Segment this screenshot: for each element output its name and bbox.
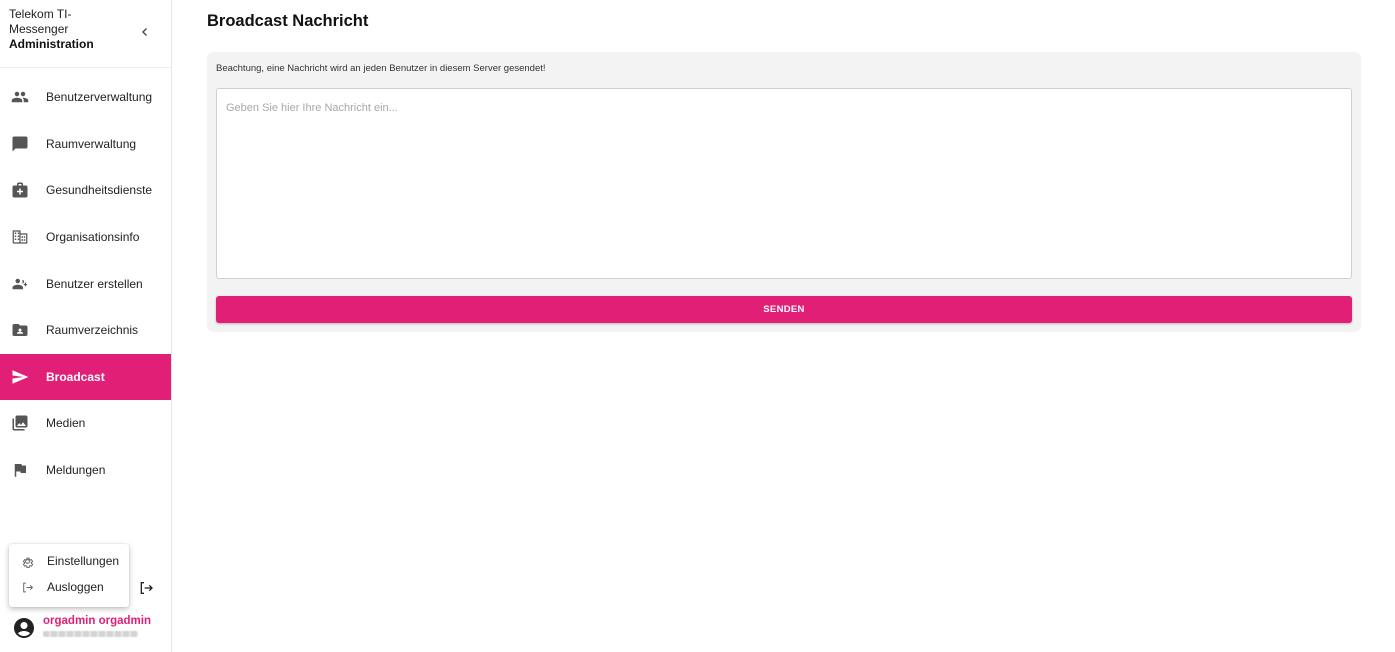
sidebar-item-label: Benutzerverwaltung <box>46 90 153 105</box>
sidebar-item-raumverzeichnis[interactable]: Raumverzeichnis <box>0 307 171 354</box>
message-input[interactable] <box>216 88 1352 279</box>
building-icon <box>0 228 46 246</box>
sidebar-item-organisationsinfo[interactable]: Organisationsinfo <box>0 214 171 261</box>
sidebar-item-label: Benutzer erstellen <box>46 276 143 291</box>
sidebar-item-label: Raumverwaltung <box>46 136 137 151</box>
send-button[interactable]: SENDEN <box>216 296 1352 323</box>
flag-icon <box>0 461 46 479</box>
medical-bag-icon <box>0 181 46 199</box>
gear-icon <box>21 555 47 568</box>
logout-icon <box>140 582 153 594</box>
sidebar-item-medien[interactable]: Medien <box>0 400 171 447</box>
user-id-blurred <box>43 631 138 637</box>
sidebar-nav: Benutzerverwaltung Raumverwaltung Gesund… <box>0 74 171 493</box>
account-circle-icon <box>14 618 34 638</box>
sidebar: Telekom TI- Messenger Administration Ben… <box>0 0 172 652</box>
logout-label: Ausloggen <box>47 580 104 594</box>
sidebar-item-label: Medien <box>46 416 86 431</box>
user-menu-popup: Einstellungen Ausloggen <box>9 544 129 607</box>
sidebar-item-benutzer-erstellen[interactable]: Benutzer erstellen <box>0 260 171 307</box>
sidebar-item-label: Organisationsinfo <box>46 230 140 245</box>
divider <box>0 67 171 68</box>
sidebar-item-broadcast[interactable]: Broadcast <box>0 353 171 401</box>
chevron-left-icon <box>142 28 147 36</box>
broadcast-notice: Beachtung, eine Nachricht wird an jeden … <box>216 63 546 74</box>
brand-line-2: Messenger <box>9 22 69 36</box>
sidebar-item-label: Gesundheitsdienste <box>46 183 153 198</box>
brand-line-1: Telekom TI- <box>9 7 72 21</box>
contact-folder-icon <box>0 321 46 339</box>
logout-icon-button[interactable] <box>138 580 156 598</box>
page-title: Broadcast Nachricht <box>207 12 369 30</box>
collapse-sidebar-button[interactable] <box>136 23 154 41</box>
sidebar-item-gesundheitsdienste[interactable]: Gesundheitsdienste <box>0 167 171 214</box>
sidebar-item-benutzerverwaltung[interactable]: Benutzerverwaltung <box>0 74 171 121</box>
person-add-icon <box>0 275 46 293</box>
sidebar-item-label: Broadcast <box>46 369 105 384</box>
brand: Telekom TI- Messenger Administration <box>9 7 139 52</box>
chat-icon <box>0 135 46 153</box>
logout-menu-item[interactable]: Ausloggen <box>9 574 129 600</box>
settings-label: Einstellungen <box>47 554 120 568</box>
brand-line-3: Administration <box>9 37 94 51</box>
sidebar-item-raumverwaltung[interactable]: Raumverwaltung <box>0 121 171 168</box>
sidebar-item-meldungen[interactable]: Meldungen <box>0 447 171 494</box>
user-profile[interactable]: orgadmin orgadmin <box>12 614 167 648</box>
user-name: orgadmin orgadmin <box>43 615 151 627</box>
people-icon <box>0 88 46 106</box>
sidebar-item-label: Meldungen <box>46 463 106 478</box>
broadcast-card: Beachtung, eine Nachricht wird an jeden … <box>207 52 1361 332</box>
logout-icon <box>21 581 47 594</box>
settings-menu-item[interactable]: Einstellungen <box>9 548 129 574</box>
photo-library-icon <box>0 414 46 432</box>
sidebar-item-label: Raumverzeichnis <box>46 323 139 338</box>
send-icon <box>0 368 46 386</box>
